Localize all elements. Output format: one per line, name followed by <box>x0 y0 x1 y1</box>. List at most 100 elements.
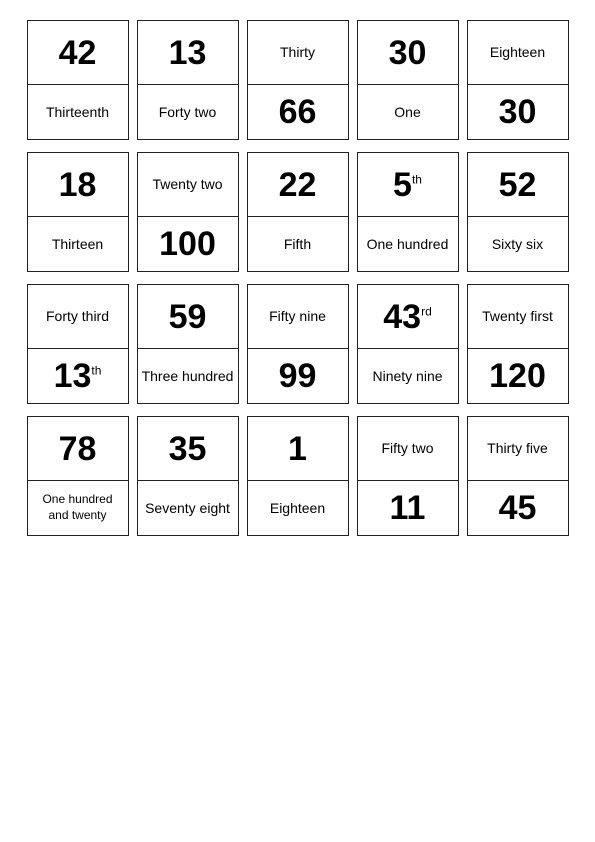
card-0-4-top-text: Eighteen <box>490 43 545 61</box>
card-0-2: Thirty 66 <box>247 20 349 140</box>
card-1-1-top-text: Twenty two <box>152 175 222 193</box>
card-0-1-top-text: 13 <box>169 36 207 70</box>
card-3-3-top: Fifty two <box>358 417 458 481</box>
card-1-2: 22 Fifth <box>247 152 349 272</box>
card-3-4-top: Thirty five <box>468 417 568 481</box>
card-1-3-top-text: 5th <box>393 168 422 202</box>
card-3-1: 35 Seventy eight <box>137 416 239 536</box>
card-3-4-bottom-text: 45 <box>499 491 537 525</box>
card-1-4-bottom-text: Sixty six <box>492 235 543 253</box>
card-3-4-top-text: Thirty five <box>487 439 548 457</box>
card-1-2-top: 22 <box>248 153 348 217</box>
card-1-3-top: 5th <box>358 153 458 217</box>
card-0-0-top-text: 42 <box>59 36 97 70</box>
card-2-3-top-text: 43rd <box>383 300 432 334</box>
card-3-3-top-text: Fifty two <box>381 439 433 457</box>
card-2-2-top-text: Fifty nine <box>269 307 326 325</box>
card-0-1: 13 Forty two <box>137 20 239 140</box>
card-2-4-bottom-text: 120 <box>489 359 546 393</box>
card-0-1-bottom: Forty two <box>138 85 238 139</box>
bingo-grid: 42 Thirteenth 13 Forty two Thirty 66 30 One Eigh… <box>27 20 569 536</box>
card-2-3-top: 43rd <box>358 285 458 349</box>
card-2-4-top: Twenty first <box>468 285 568 349</box>
card-0-1-bottom-text: Forty two <box>159 103 217 121</box>
card-2-4-bottom: 120 <box>468 349 568 403</box>
card-3-0-top: 78 <box>28 417 128 481</box>
card-2-0-top: Forty third <box>28 285 128 349</box>
card-3-4: Thirty five 45 <box>467 416 569 536</box>
card-1-2-top-text: 22 <box>279 168 317 202</box>
card-1-0-bottom: Thirteen <box>28 217 128 271</box>
card-1-3-bottom-text: One hundred <box>367 235 449 253</box>
card-0-4-bottom-text: 30 <box>499 95 537 129</box>
card-3-0-top-text: 78 <box>59 432 97 466</box>
card-3-4-bottom: 45 <box>468 481 568 535</box>
card-0-0: 42 Thirteenth <box>27 20 129 140</box>
card-0-0-top: 42 <box>28 21 128 85</box>
card-0-3-bottom-text: One <box>394 103 420 121</box>
card-1-1-bottom-text: 100 <box>159 227 216 261</box>
card-1-0-top: 18 <box>28 153 128 217</box>
card-2-1-top: 59 <box>138 285 238 349</box>
card-0-4-top: Eighteen <box>468 21 568 85</box>
card-2-1: 59 Three hundred <box>137 284 239 404</box>
card-3-1-top: 35 <box>138 417 238 481</box>
card-3-2-top-text: 1 <box>288 432 307 466</box>
card-1-1: Twenty two 100 <box>137 152 239 272</box>
card-0-3-top-text: 30 <box>389 36 427 70</box>
card-1-1-top: Twenty two <box>138 153 238 217</box>
card-3-3-bottom: 11 <box>358 481 458 535</box>
card-2-1-bottom: Three hundred <box>138 349 238 403</box>
row-2: Forty third 13th 59 Three hundred Fifty nine… <box>27 284 569 404</box>
card-2-2-bottom: 99 <box>248 349 348 403</box>
card-2-3: 43rd Ninety nine <box>357 284 459 404</box>
card-3-1-top-text: 35 <box>169 432 207 466</box>
card-3-3-bottom-text: 11 <box>390 491 426 525</box>
card-0-4-bottom: 30 <box>468 85 568 139</box>
card-0-4: Eighteen 30 <box>467 20 569 140</box>
card-2-3-bottom-text: Ninety nine <box>372 367 442 385</box>
card-0-2-bottom-text: 66 <box>279 95 317 129</box>
card-3-2-top: 1 <box>248 417 348 481</box>
card-0-2-top-text: Thirty <box>280 43 315 61</box>
card-2-2: Fifty nine 99 <box>247 284 349 404</box>
card-1-2-bottom: Fifth <box>248 217 348 271</box>
card-1-4: 52 Sixty six <box>467 152 569 272</box>
card-0-3-bottom: One <box>358 85 458 139</box>
card-3-1-bottom-text: Seventy eight <box>145 499 230 517</box>
card-0-0-bottom: Thirteenth <box>28 85 128 139</box>
card-1-4-bottom: Sixty six <box>468 217 568 271</box>
card-3-2: 1 Eighteen <box>247 416 349 536</box>
card-1-3-bottom: One hundred <box>358 217 458 271</box>
card-0-3: 30 One <box>357 20 459 140</box>
card-1-4-top: 52 <box>468 153 568 217</box>
card-0-2-bottom: 66 <box>248 85 348 139</box>
card-2-0-top-text: Forty third <box>46 307 109 325</box>
card-0-2-top: Thirty <box>248 21 348 85</box>
card-2-0-bottom: 13th <box>28 349 128 403</box>
card-2-0: Forty third 13th <box>27 284 129 404</box>
card-0-0-bottom-text: Thirteenth <box>46 103 109 121</box>
card-2-1-top-text: 59 <box>169 300 207 334</box>
card-2-2-top: Fifty nine <box>248 285 348 349</box>
card-1-0-top-text: 18 <box>59 168 97 202</box>
row-0: 42 Thirteenth 13 Forty two Thirty 66 30 One Eigh… <box>27 20 569 140</box>
card-3-2-bottom-text: Eighteen <box>270 499 325 517</box>
card-3-3: Fifty two 11 <box>357 416 459 536</box>
card-2-2-bottom-text: 99 <box>279 359 317 393</box>
card-2-4-top-text: Twenty first <box>482 307 553 325</box>
card-2-3-bottom: Ninety nine <box>358 349 458 403</box>
card-0-1-top: 13 <box>138 21 238 85</box>
card-1-3: 5th One hundred <box>357 152 459 272</box>
card-3-0-bottom: One hundred and twenty <box>28 481 128 535</box>
card-1-4-top-text: 52 <box>499 168 537 202</box>
card-3-2-bottom: Eighteen <box>248 481 348 535</box>
card-2-0-bottom-text: 13th <box>54 359 102 393</box>
card-3-1-bottom: Seventy eight <box>138 481 238 535</box>
card-2-1-bottom-text: Three hundred <box>142 367 234 385</box>
card-3-0: 78 One hundred and twenty <box>27 416 129 536</box>
row-1: 18 Thirteen Twenty two 100 22 Fifth 5th One hun… <box>27 152 569 272</box>
card-2-4: Twenty first 120 <box>467 284 569 404</box>
card-1-0-bottom-text: Thirteen <box>52 235 103 253</box>
card-1-1-bottom: 100 <box>138 217 238 271</box>
